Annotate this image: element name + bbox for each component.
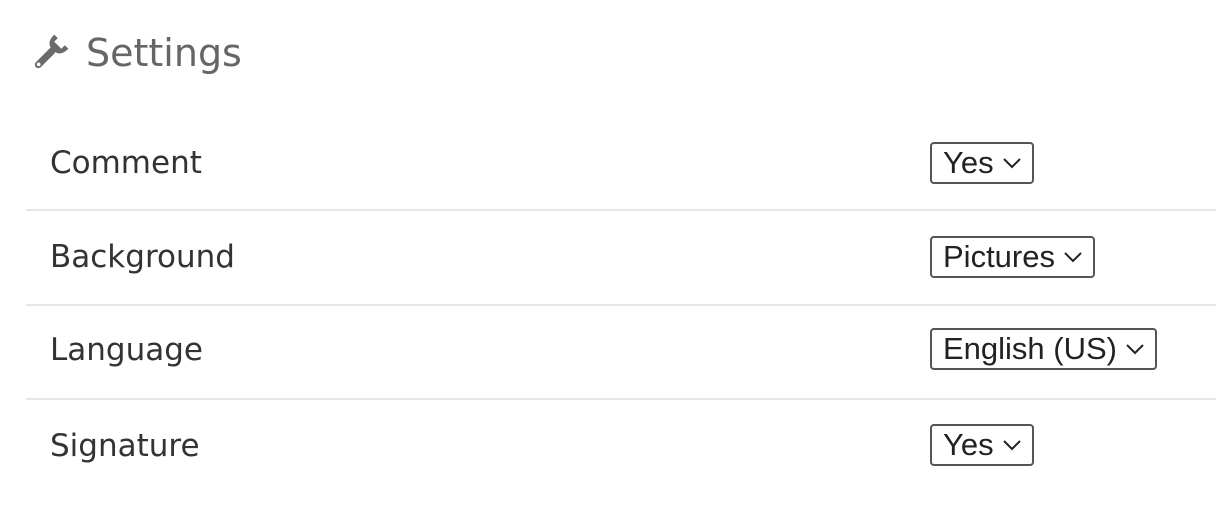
setting-label-language: Language xyxy=(50,332,203,368)
setting-label-signature: Signature xyxy=(50,428,200,464)
signature-select[interactable]: Yes xyxy=(930,424,1034,466)
setting-label-comment: Comment xyxy=(50,145,202,181)
comment-select[interactable]: Yes xyxy=(930,142,1034,184)
setting-row-comment: Comment Yes xyxy=(26,116,1216,211)
page-title: Settings xyxy=(86,31,242,75)
setting-row-background: Background Pictures xyxy=(26,211,1216,306)
setting-row-language: Language English (US) xyxy=(26,306,1216,400)
settings-list: Comment Yes Background Pictures Language… xyxy=(26,116,1216,492)
chevron-down-icon xyxy=(1125,343,1145,355)
setting-label-background: Background xyxy=(50,239,235,275)
setting-row-signature: Signature Yes xyxy=(26,400,1216,492)
signature-select-value: Yes xyxy=(943,427,994,462)
chevron-down-icon xyxy=(1002,439,1022,451)
chevron-down-icon xyxy=(1063,251,1083,263)
language-select[interactable]: English (US) xyxy=(930,328,1157,370)
chevron-down-icon xyxy=(1002,157,1022,169)
language-select-value: English (US) xyxy=(943,331,1117,366)
settings-header: Settings xyxy=(28,28,242,78)
background-select-value: Pictures xyxy=(943,239,1055,274)
wrench-icon xyxy=(28,31,72,75)
comment-select-value: Yes xyxy=(943,145,994,180)
background-select[interactable]: Pictures xyxy=(930,236,1095,278)
